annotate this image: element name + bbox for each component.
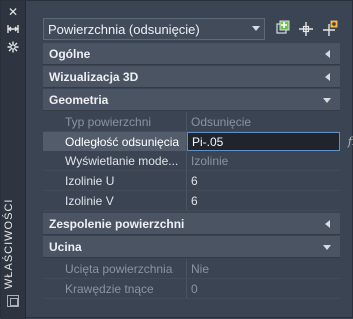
section-general[interactable]: Ogólne <box>43 43 340 65</box>
property-value: Izolinie <box>191 153 229 168</box>
property-label: Typ powierzchni <box>43 112 187 131</box>
properties-palette: ✕ WŁAŚCIWOŚCI Powierzchnia (odsunięcie) <box>0 0 353 319</box>
expand-arrow-icon <box>325 73 330 81</box>
quick-select-icon[interactable] <box>272 18 294 40</box>
collapse-arrow-icon <box>323 98 331 103</box>
expand-arrow-icon <box>325 220 330 228</box>
object-type-dropdown[interactable]: Powierzchnia (odsunięcie) <box>43 18 265 40</box>
property-value[interactable]: 6 <box>187 191 340 210</box>
settings-icon[interactable] <box>6 41 20 55</box>
collapse-arrow-icon <box>323 245 331 250</box>
fx-icon[interactable]: fx <box>342 132 353 151</box>
chevron-down-icon <box>252 26 260 31</box>
section-trim[interactable]: Ucina <box>43 236 340 258</box>
section-geometry[interactable]: Geometria <box>43 89 340 111</box>
pickadd-toggle-icon[interactable] <box>318 18 340 40</box>
property-row-isolines-v[interactable]: Izolinie V 6 <box>43 191 340 211</box>
offset-distance-input[interactable]: Pi-.05 <box>187 132 340 151</box>
section-title: Wizualizacja 3D <box>49 69 139 84</box>
property-label: Krawędzie tnące <box>43 279 187 298</box>
properties-grid: Ogólne Wizualizacja 3D Geometria Typ pow… <box>43 43 353 299</box>
section-title: Geometria <box>49 92 109 107</box>
object-type-value: Powierzchnia (odsunięcie) <box>48 21 200 37</box>
property-label: Izolinie U <box>43 171 187 190</box>
section-title: Ogólne <box>49 46 91 61</box>
property-label: Ucięta powierzchnia <box>43 259 187 278</box>
property-value: Nie <box>191 261 210 276</box>
property-row-display-mode: Wyświetlanie mode... Izolinie <box>43 151 340 171</box>
property-row-surface-type: Typ powierzchni Odsunięcie <box>43 112 340 132</box>
property-label: Izolinie V <box>43 191 187 210</box>
property-value: Odsunięcie <box>191 114 252 129</box>
property-value: 0 <box>191 281 198 296</box>
property-value[interactable]: 6 <box>187 171 340 190</box>
property-row-trimmed-surface: Ucięta powierzchnia Nie <box>43 259 340 279</box>
property-row-offset-distance[interactable]: Odległość odsunięcia Pi-.05 fx <box>43 132 353 151</box>
select-objects-icon[interactable] <box>295 18 317 40</box>
property-row-isolines-u[interactable]: Izolinie U 6 <box>43 171 340 191</box>
property-label: Odległość odsunięcia <box>43 132 187 151</box>
property-row-trimming-edges: Krawędzie tnące 0 <box>43 279 340 299</box>
property-label: Wyświetlanie mode... <box>43 151 187 170</box>
expand-arrow-icon <box>325 50 330 58</box>
close-icon[interactable]: ✕ <box>6 5 20 19</box>
section-title: Zespolenie powierzchni <box>49 216 185 231</box>
section-3d-visualization[interactable]: Wizualizacja 3D <box>43 66 340 88</box>
palette-title: WŁAŚCIWOŚCI <box>3 198 15 289</box>
palette-menu-icon[interactable] <box>7 295 19 307</box>
palette-titlebar[interactable]: ✕ WŁAŚCIWOŚCI <box>1 1 26 319</box>
section-title: Ucina <box>49 239 82 254</box>
section-surface-associativity[interactable]: Zespolenie powierzchni <box>43 213 340 235</box>
autohide-icon[interactable] <box>6 23 20 37</box>
